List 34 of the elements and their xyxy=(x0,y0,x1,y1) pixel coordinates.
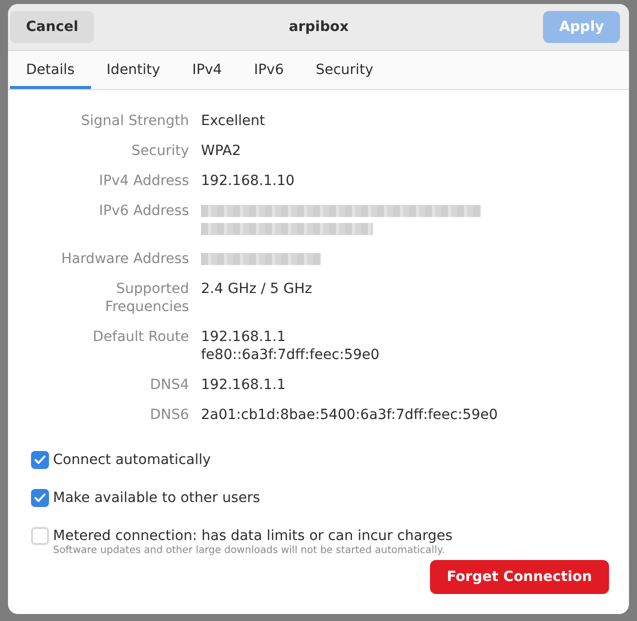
check-icon xyxy=(34,493,46,503)
tab[interactable]: IPv6 xyxy=(238,51,300,89)
option-note: Software updates and other large downloads will not be started automatically. xyxy=(53,545,446,556)
detail-label: IPv4 Address xyxy=(98,172,189,190)
checkbox[interactable] xyxy=(31,527,49,545)
checkbox[interactable] xyxy=(31,451,49,469)
detail-label: Signal Strength xyxy=(80,112,189,130)
detail-value: 192.168.1.1 xyxy=(201,328,287,346)
checkbox-label: Make available to other users xyxy=(53,489,260,507)
cancel-button[interactable]: Cancel xyxy=(10,11,94,43)
tab[interactable]: IPv4 xyxy=(176,51,238,89)
detail-value: WPA2 xyxy=(201,142,242,160)
checkbox[interactable] xyxy=(31,489,49,507)
detail-label: DNS4 xyxy=(148,376,189,394)
detail-label: IPv6 Address xyxy=(98,202,189,221)
tab[interactable]: Details xyxy=(10,51,91,89)
checkbox-label: Metered connection: has data limits or can incur charges xyxy=(53,527,453,545)
checkbox-label: Connect automatically xyxy=(53,451,211,469)
check-icon xyxy=(34,455,46,465)
detail-label: Security xyxy=(130,142,189,160)
tab[interactable]: Identity xyxy=(90,51,176,89)
detail-label: Hardware Address xyxy=(60,250,189,268)
detail-value: Excellent xyxy=(201,112,266,130)
detail-value: 2.4 GHz / 5 GHz xyxy=(201,280,314,298)
dialog-title: arpibox xyxy=(288,19,349,35)
detail-value: 2a01:cb1d:8bae:5400:6a3f:7dff:feec:59e0 xyxy=(201,406,499,424)
detail-value: fe80::6a3f:7dff:feec:59e0 xyxy=(201,346,380,364)
detail-label: Supported Frequencies xyxy=(104,280,189,316)
tab[interactable]: Security xyxy=(300,51,390,89)
detail-label: DNS6 xyxy=(148,406,189,424)
detail-label: Default Route xyxy=(92,328,189,347)
detail-value: 192.168.1.1 xyxy=(201,376,287,394)
forget-connection-button[interactable]: Forget Connection xyxy=(430,560,609,594)
detail-value: 192.168.1.10 xyxy=(201,172,296,190)
